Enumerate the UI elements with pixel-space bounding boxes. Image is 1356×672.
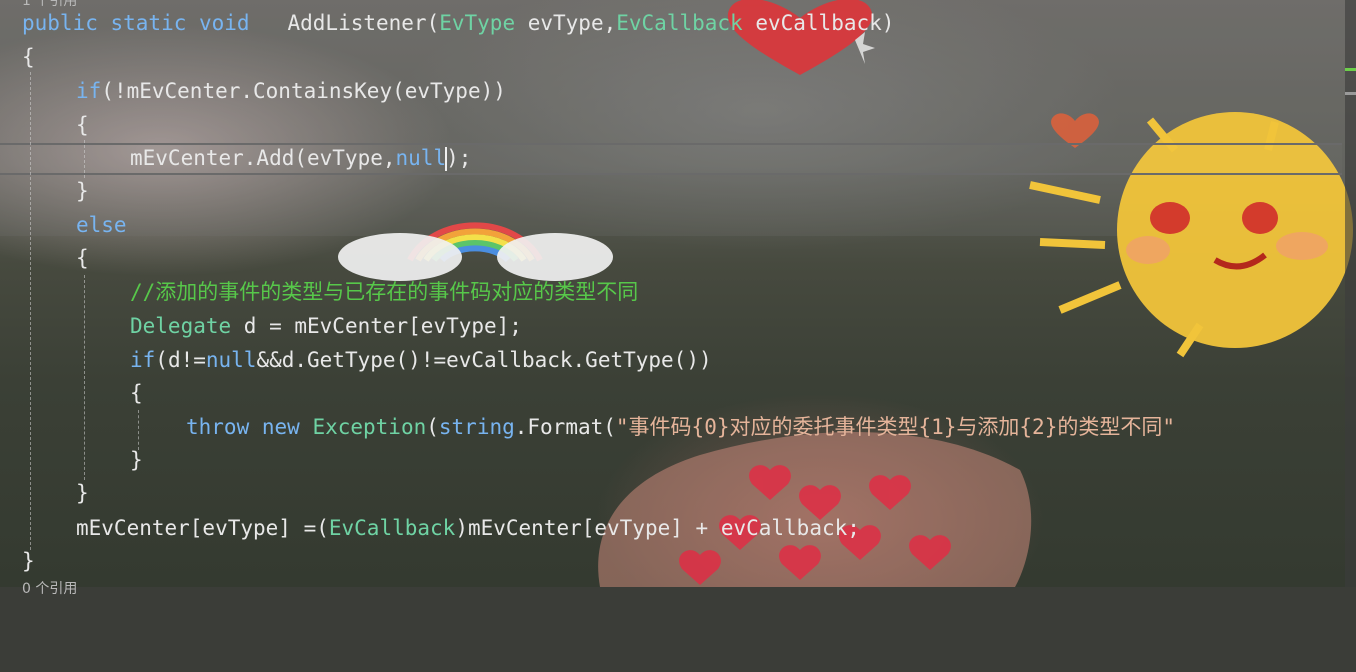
code-line[interactable]: //添加的事件的类型与已存在的事件码对应的类型不同	[130, 275, 638, 309]
code-type: EvType	[439, 11, 516, 35]
code-line[interactable]: }	[130, 443, 143, 477]
code-text: (	[426, 415, 439, 439]
code-type: EvCallback	[616, 11, 743, 35]
code-text: {	[22, 45, 35, 69]
code-text: }	[22, 549, 35, 573]
code-type: Delegate	[130, 314, 232, 338]
scrollbar-change-marker	[1345, 68, 1356, 71]
code-line[interactable]: {	[130, 376, 143, 410]
code-keyword: if	[76, 79, 102, 103]
reference-count-bottom[interactable]: 0 个引用	[22, 578, 77, 598]
code-line[interactable]: else	[76, 208, 127, 242]
code-line[interactable]: }	[76, 476, 89, 510]
code-text: &&d.GetType()!=evCallback.GetType())	[256, 348, 712, 372]
code-line[interactable]: }	[76, 174, 89, 208]
indent-guide	[30, 72, 31, 550]
scrollbar-caret-marker	[1345, 92, 1356, 95]
code-text: evCallback)	[742, 11, 895, 35]
code-line[interactable]: throw new Exception(string.Format("事件码{0…	[186, 410, 1175, 444]
code-line[interactable]: {	[76, 241, 89, 275]
code-text: {	[76, 113, 89, 137]
code-line[interactable]: Delegate d = mEvCenter[evType];	[130, 309, 522, 343]
code-text: }	[130, 448, 143, 472]
vertical-scrollbar[interactable]	[1345, 0, 1356, 587]
code-text: d = mEvCenter[evType];	[231, 314, 522, 338]
code-text: AddListener(	[262, 11, 440, 35]
code-keyword: public static void	[22, 11, 263, 35]
code-text: mEvCenter[evType] =(	[76, 516, 329, 540]
code-keyword: else	[76, 213, 127, 237]
code-text: mEvCenter.Add(evType,	[130, 146, 396, 170]
code-string: "事件码{0}对应的委托事件类型{1}与添加{2}的类型不同"	[615, 415, 1175, 439]
code-editor[interactable]: 1 个引用 0 个引用 public static void AddListen…	[0, 0, 1345, 597]
code-text: {	[130, 381, 143, 405]
code-line[interactable]: if(!mEvCenter.ContainsKey(evType))	[76, 74, 506, 108]
indent-guide	[84, 140, 85, 178]
code-keyword: throw new	[186, 415, 313, 439]
code-line[interactable]: mEvCenter.Add(evType,null);	[130, 141, 471, 175]
code-keyword: string	[438, 415, 515, 439]
code-line[interactable]: mEvCenter[evType] =(EvCallback)mEvCenter…	[76, 511, 860, 545]
code-line[interactable]: if(d!=null&&d.GetType()!=evCallback.GetT…	[130, 343, 712, 377]
code-text: );	[446, 146, 472, 170]
indent-guide	[84, 275, 85, 480]
code-line[interactable]: }	[22, 544, 35, 578]
code-text: )mEvCenter[evType] + evCallback;	[455, 516, 860, 540]
code-text: (d!=	[155, 348, 206, 372]
code-line[interactable]: {	[22, 40, 35, 74]
code-text: .Format(	[514, 415, 616, 439]
code-text: }	[76, 179, 89, 203]
code-type: EvCallback	[328, 516, 456, 540]
code-comment: //添加的事件的类型与已存在的事件码对应的类型不同	[130, 280, 639, 304]
code-text: }	[76, 481, 89, 505]
code-type: Exception	[312, 415, 427, 439]
code-text: (!mEvCenter.ContainsKey(evType))	[101, 79, 506, 103]
code-text: {	[76, 246, 89, 270]
code-line[interactable]: public static void AddListener(EvType ev…	[22, 6, 894, 40]
code-keyword: if	[130, 348, 156, 372]
code-text: evType,	[515, 11, 617, 35]
code-keyword: null	[395, 146, 447, 170]
code-line[interactable]: {	[76, 108, 89, 142]
code-keyword: null	[205, 348, 257, 372]
